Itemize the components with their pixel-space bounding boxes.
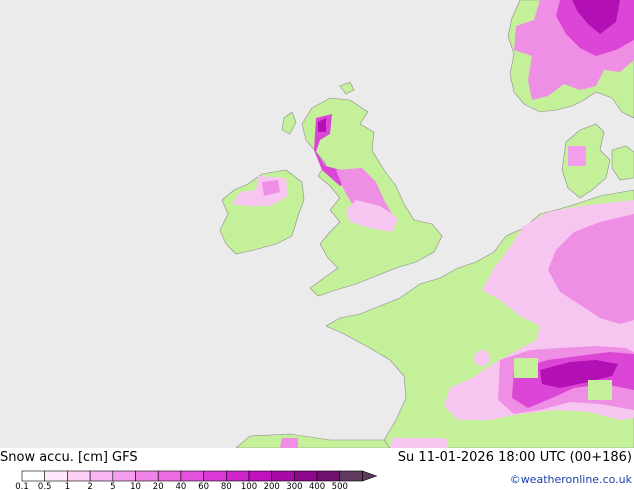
snow-accumulation-map xyxy=(0,0,634,448)
legend-label: 60 xyxy=(198,482,209,490)
legend-label: 5 xyxy=(110,482,115,490)
legend-swatch xyxy=(203,470,227,482)
legend-swatch xyxy=(67,470,91,482)
credit-text: ©weatheronline.co.uk xyxy=(509,473,632,486)
valid-time: Su 11-01-2026 18:00 UTC (00+186) xyxy=(397,450,632,465)
legend-label: 500 xyxy=(332,482,348,490)
legend-label: 300 xyxy=(286,482,302,490)
legend-swatch xyxy=(339,470,363,482)
legend-swatch xyxy=(226,470,250,482)
legend-label: 200 xyxy=(264,482,280,490)
legend-label: 1 xyxy=(65,482,70,490)
legend-swatch xyxy=(180,470,204,482)
legend-swatch xyxy=(21,470,46,482)
legend-swatch xyxy=(248,470,273,482)
legend-swatch xyxy=(157,470,182,482)
legend-swatch xyxy=(271,470,295,482)
legend-label: 20 xyxy=(153,482,164,490)
legend-swatch xyxy=(294,470,318,482)
map-title: Snow accu. [cm] GFS xyxy=(0,450,138,465)
legend-label: 0.5 xyxy=(38,482,52,490)
legend-swatch xyxy=(135,470,159,482)
legend-swatch xyxy=(316,470,341,482)
legend-label: 40 xyxy=(175,482,186,490)
legend-label: 100 xyxy=(241,482,257,490)
legend-swatch xyxy=(112,470,136,482)
legend-swatch xyxy=(89,470,114,482)
legend-label: 0.1 xyxy=(15,482,29,490)
legend-label: 2 xyxy=(87,482,92,490)
color-legend: 0.1 0.5 1 2 5 10 20 40 60 80 100 200 300 400 500 xyxy=(15,470,378,490)
legend-label: 80 xyxy=(221,482,232,490)
legend-swatch xyxy=(44,470,68,482)
legend-label: 400 xyxy=(309,482,325,490)
legend-label: 10 xyxy=(130,482,141,490)
legend-arrow xyxy=(362,470,378,482)
